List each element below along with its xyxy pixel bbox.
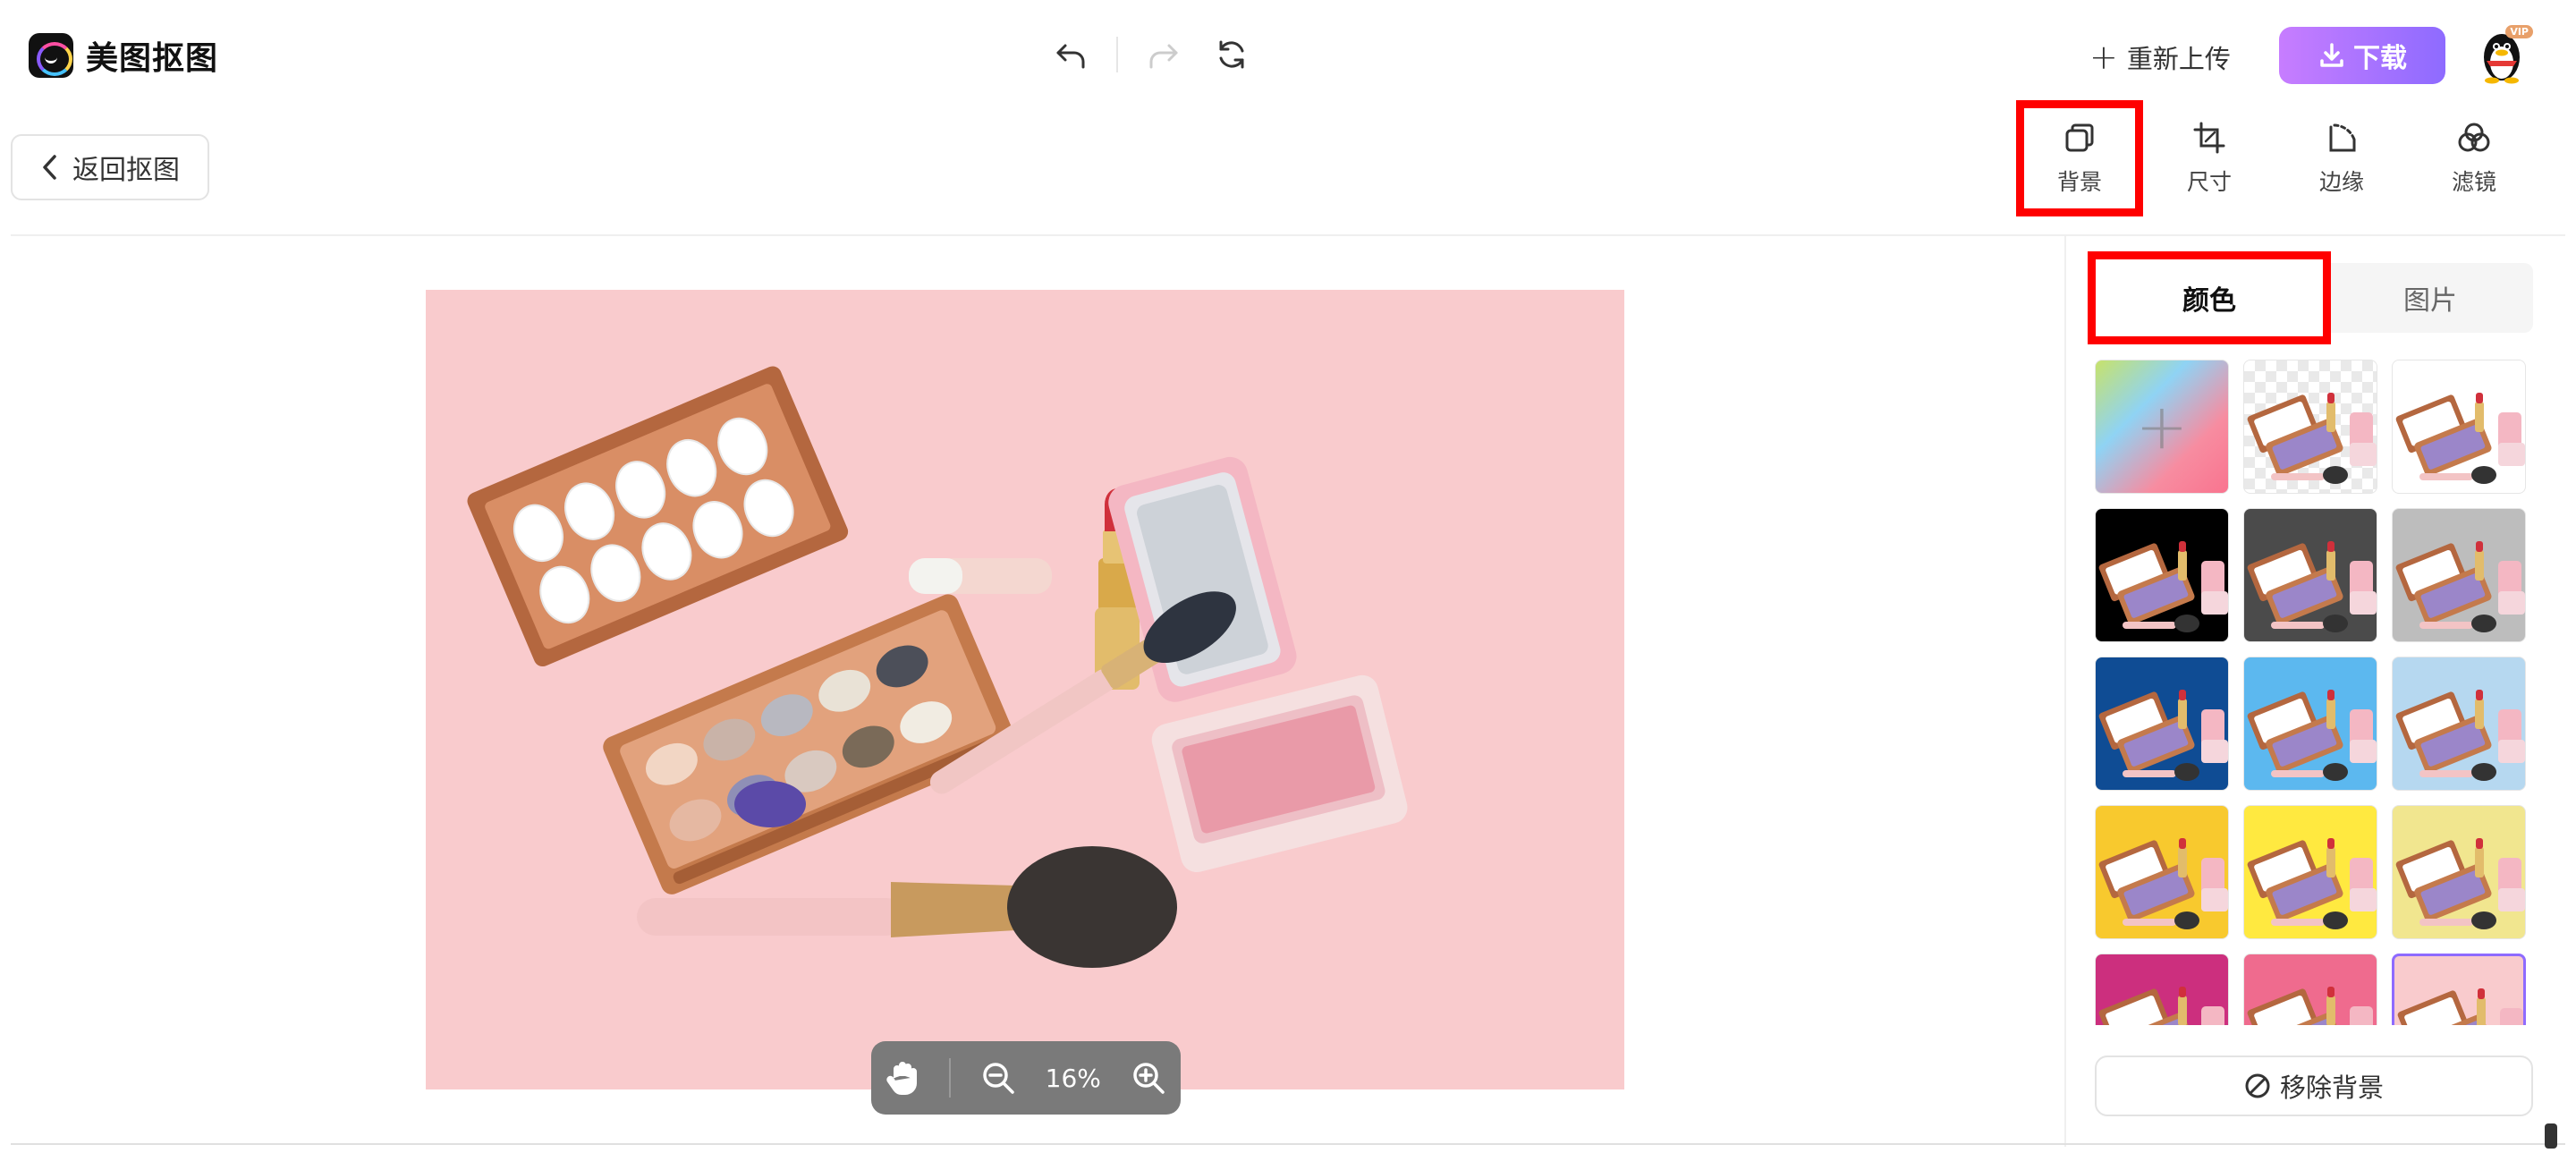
- tab-image[interactable]: 图片: [2331, 267, 2529, 329]
- background-swatch[interactable]: [2095, 954, 2229, 1025]
- prohibit-icon: [2245, 1073, 2270, 1098]
- history-controls: [1048, 32, 1254, 77]
- download-label: 下载: [2353, 43, 2407, 74]
- background-swatch[interactable]: [2095, 805, 2229, 939]
- plus-icon: +: [2135, 390, 2189, 463]
- zoom-divider: [949, 1058, 952, 1098]
- header-divider: [11, 234, 2565, 236]
- remove-background-button[interactable]: 移除背景: [2095, 1056, 2533, 1116]
- image-canvas[interactable]: [426, 290, 1624, 1089]
- background-swatch[interactable]: [2095, 657, 2229, 791]
- background-swatch[interactable]: [2392, 954, 2526, 1025]
- background-swatch[interactable]: [2243, 805, 2377, 939]
- app-logo[interactable]: 美图抠图: [29, 32, 218, 79]
- reupload-button[interactable]: + 重新上传: [2089, 36, 2231, 79]
- chevron-left-icon: [43, 155, 56, 180]
- custom-color-swatch[interactable]: +: [2095, 360, 2229, 494]
- user-avatar[interactable]: VIP: [2474, 25, 2533, 84]
- tool-label: 背景: [2056, 169, 2102, 195]
- logo-icon: [29, 33, 73, 78]
- background-swatch[interactable]: [2392, 805, 2526, 939]
- zoom-in-icon[interactable]: [1131, 1060, 1166, 1096]
- tool-label: 尺寸: [2186, 169, 2232, 195]
- panel-divider: [2064, 234, 2066, 1147]
- background-swatch[interactable]: [2243, 360, 2377, 494]
- refresh-icon: [1219, 40, 1244, 69]
- background-swatch[interactable]: [2392, 360, 2526, 494]
- background-swatch[interactable]: [2095, 508, 2229, 642]
- zoom-level: 16%: [1045, 1063, 1101, 1093]
- reset-button[interactable]: [1209, 32, 1254, 77]
- background-swatch[interactable]: [2392, 508, 2526, 642]
- background-type-tabs: 颜色 图片: [2088, 251, 2533, 344]
- background-swatch[interactable]: [2392, 657, 2526, 791]
- zoom-controls: 16%: [871, 1041, 1181, 1115]
- filter-circles-icon: [2458, 123, 2490, 152]
- app-root: 美图抠图 + 重新上传 下载 VIP 返回抠图 背景 尺寸 边缘 滤镜 16% …: [0, 0, 2576, 1153]
- reupload-label: 重新上传: [2126, 44, 2231, 74]
- crop-icon: [2193, 122, 2225, 154]
- tool-label: 边缘: [2318, 169, 2364, 195]
- remove-background-label: 移除背景: [2279, 1072, 2384, 1103]
- redo-icon: [1149, 44, 1178, 69]
- zoom-out-icon[interactable]: [980, 1060, 1016, 1096]
- background-swatch[interactable]: [2243, 508, 2377, 642]
- footer-divider: [11, 1143, 2565, 1145]
- background-swatch[interactable]: [2243, 954, 2377, 1025]
- tab-color[interactable]: 颜色: [2088, 251, 2331, 344]
- undo-button[interactable]: [1048, 32, 1093, 77]
- tool-filter[interactable]: 滤镜: [2408, 100, 2540, 216]
- undo-icon: [1056, 44, 1085, 69]
- edit-toolbar: 背景 尺寸 边缘 滤镜: [2016, 100, 2540, 216]
- back-label: 返回抠图: [72, 155, 180, 186]
- tool-label: 滤镜: [2451, 169, 2496, 195]
- app-name: 美图抠图: [86, 40, 219, 77]
- makeup-product-image: [467, 366, 1408, 968]
- background-swatch-grid: +: [2095, 360, 2529, 1025]
- tool-background[interactable]: 背景: [2016, 100, 2143, 216]
- redo-button[interactable]: [1141, 32, 1186, 77]
- background-swatch[interactable]: [2243, 657, 2377, 791]
- background-layers-icon: [2065, 123, 2094, 152]
- download-icon: [2320, 43, 2343, 67]
- edge-icon: [2329, 123, 2356, 152]
- scrollbar-thumb[interactable]: [2545, 1123, 2557, 1149]
- history-divider: [1116, 37, 1118, 72]
- tool-edge[interactable]: 边缘: [2275, 100, 2408, 216]
- download-button[interactable]: 下载: [2279, 27, 2445, 84]
- hand-pan-icon[interactable]: [886, 1060, 919, 1096]
- tool-size[interactable]: 尺寸: [2143, 100, 2275, 216]
- vip-badge: VIP: [2505, 25, 2533, 38]
- plus-icon: +: [2089, 38, 2118, 77]
- back-to-cutout-button[interactable]: 返回抠图: [11, 134, 209, 200]
